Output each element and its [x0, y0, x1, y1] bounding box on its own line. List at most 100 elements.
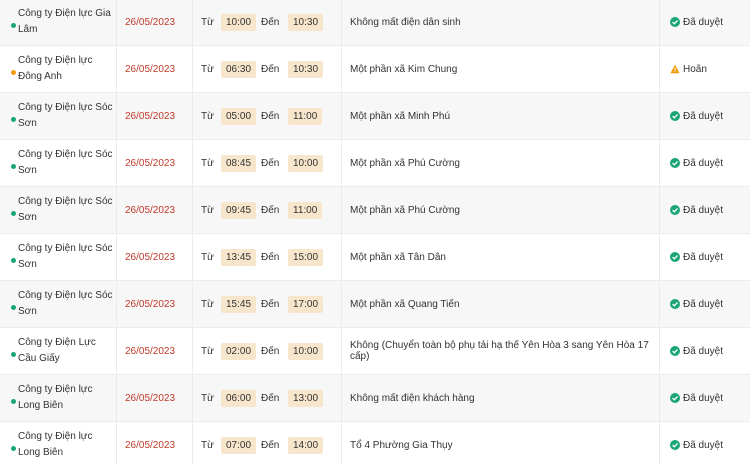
- status-dot: [11, 258, 16, 263]
- status-dot: [11, 446, 16, 451]
- time-cell: Từ 10:00 Đến 10:30: [193, 0, 342, 45]
- date-cell: 26/05/2023: [117, 375, 193, 421]
- status-badge: Đã duyệt: [683, 439, 724, 451]
- status-cell: Đã duyệt: [660, 281, 750, 327]
- status-dot: [11, 164, 16, 169]
- area-cell: Không mất điện khách hàng: [342, 375, 660, 421]
- status-badge: Đã duyệt: [683, 204, 724, 216]
- date-cell: 26/05/2023: [117, 187, 193, 233]
- area-cell: Không mất điện dân sinh: [342, 0, 660, 45]
- area-cell: Một phần xã Phú Cường: [342, 187, 660, 233]
- time-cell: Từ 06:30 Đến 10:30: [193, 46, 342, 92]
- date-cell: 26/05/2023: [117, 93, 193, 139]
- unit-cell: Công ty Điện Lực Cầu Giấy: [0, 328, 117, 374]
- end-time-badge: 10:00: [288, 155, 324, 172]
- end-time-badge: 14:00: [288, 437, 324, 454]
- check-circle-icon: [670, 440, 680, 450]
- table-row: Công ty Điện lực Đông Anh 26/05/2023 Từ 06:…: [0, 46, 750, 93]
- from-label: Từ: [201, 63, 214, 75]
- unit-name: Công ty Điện lực Sóc Sơn: [18, 196, 113, 223]
- unit-name: Công ty Điện lực Đông Anh: [18, 55, 93, 82]
- start-time-badge: 13:45: [221, 249, 257, 266]
- area-cell: Một phần xã Tân Dân: [342, 234, 660, 280]
- time-cell: Từ 02:00 Đến 10:00: [193, 328, 342, 374]
- unit-name: Công ty Điện Lực Cầu Giấy: [18, 337, 96, 364]
- table-row: Công ty Điện lực Gia Lâm 26/05/2023 Từ 10:0…: [0, 0, 750, 46]
- outage-schedule-table: Công ty Điện lực Gia Lâm 26/05/2023 Từ 10:0…: [0, 0, 750, 464]
- status-cell: Đã duyệt: [660, 0, 750, 45]
- time-cell: Từ 15:45 Đến 17:00: [193, 281, 342, 327]
- unit-cell: Công ty Điện lực Long Biên: [0, 422, 117, 464]
- start-time-badge: 08:45: [221, 155, 257, 172]
- to-label: Đến: [261, 63, 280, 75]
- end-time-badge: 10:00: [288, 343, 324, 360]
- end-time-badge: 11:00: [288, 202, 323, 219]
- from-label: Từ: [201, 110, 214, 122]
- check-circle-icon: [670, 346, 680, 356]
- end-time-badge: 10:30: [288, 61, 324, 78]
- start-time-badge: 06:00: [221, 390, 257, 407]
- end-time-badge: 15:00: [288, 249, 324, 266]
- table-row: Công ty Điện lực Sóc Sơn 26/05/2023 Từ 13:4…: [0, 234, 750, 281]
- status-cell: Đã duyệt: [660, 328, 750, 374]
- unit-cell: Công ty Điện lực Gia Lâm: [0, 0, 117, 45]
- from-label: Từ: [201, 251, 214, 263]
- area-cell: Tổ 4 Phường Gia Thụy: [342, 422, 660, 464]
- from-label: Từ: [201, 345, 214, 357]
- to-label: Đến: [261, 392, 280, 404]
- status-dot: [11, 117, 16, 122]
- status-dot: [11, 352, 16, 357]
- status-badge: Đã duyệt: [683, 298, 724, 310]
- area-cell: Một phần xã Quang Tiến: [342, 281, 660, 327]
- status-badge: Đã duyệt: [683, 157, 724, 169]
- check-circle-icon: [670, 252, 680, 262]
- time-cell: Từ 06:00 Đến 13:00: [193, 375, 342, 421]
- unit-cell: Công ty Điện lực Sóc Sơn: [0, 93, 117, 139]
- status-badge: Hoãn: [683, 63, 707, 75]
- from-label: Từ: [201, 392, 214, 404]
- status-cell: Đã duyệt: [660, 375, 750, 421]
- to-label: Đến: [261, 204, 280, 216]
- start-time-badge: 02:00: [221, 343, 257, 360]
- date-cell: 26/05/2023: [117, 140, 193, 186]
- to-label: Đến: [261, 251, 280, 263]
- status-dot: [11, 305, 16, 310]
- to-label: Đến: [261, 345, 280, 357]
- time-cell: Từ 07:00 Đến 14:00: [193, 422, 342, 464]
- end-time-badge: 13:00: [288, 390, 324, 407]
- table-row: Công ty Điện lực Sóc Sơn 26/05/2023 Từ 15:4…: [0, 281, 750, 328]
- from-label: Từ: [201, 204, 214, 216]
- time-cell: Từ 13:45 Đến 15:00: [193, 234, 342, 280]
- status-dot: [11, 70, 16, 75]
- status-cell: Đã duyệt: [660, 140, 750, 186]
- from-label: Từ: [201, 439, 214, 451]
- to-label: Đến: [261, 110, 280, 122]
- start-time-badge: 06:30: [221, 61, 257, 78]
- time-cell: Từ 05:00 Đến 11:00: [193, 93, 342, 139]
- unit-cell: Công ty Điện lực Sóc Sơn: [0, 281, 117, 327]
- table-row: Công ty Điện lực Sóc Sơn 26/05/2023 Từ 05:0…: [0, 93, 750, 140]
- table-row: Công ty Điện Lực Cầu Giấy 26/05/2023 Từ 02:…: [0, 328, 750, 375]
- status-dot: [11, 211, 16, 216]
- end-time-badge: 17:00: [288, 296, 324, 313]
- date-cell: 26/05/2023: [117, 328, 193, 374]
- unit-name: Công ty Điện lực Sóc Sơn: [18, 102, 113, 129]
- start-time-badge: 09:45: [221, 202, 257, 219]
- unit-cell: Công ty Điện lực Sóc Sơn: [0, 234, 117, 280]
- to-label: Đến: [261, 298, 280, 310]
- check-circle-icon: [670, 299, 680, 309]
- table-row: Công ty Điện lực Long Biên 26/05/2023 Từ 07…: [0, 422, 750, 464]
- area-cell: Một phần xã Phú Cường: [342, 140, 660, 186]
- date-cell: 26/05/2023: [117, 46, 193, 92]
- unit-name: Công ty Điện lực Gia Lâm: [18, 8, 111, 35]
- check-circle-icon: [670, 17, 680, 27]
- unit-name: Công ty Điện lực Long Biên: [18, 431, 93, 458]
- start-time-badge: 10:00: [221, 14, 257, 31]
- status-badge: Đã duyệt: [683, 110, 724, 122]
- unit-cell: Công ty Điện lực Sóc Sơn: [0, 140, 117, 186]
- time-cell: Từ 09:45 Đến 11:00: [193, 187, 342, 233]
- start-time-badge: 07:00: [221, 437, 257, 454]
- unit-cell: Công ty Điện lực Long Biên: [0, 375, 117, 421]
- start-time-badge: 15:45: [221, 296, 257, 313]
- status-cell: Đã duyệt: [660, 93, 750, 139]
